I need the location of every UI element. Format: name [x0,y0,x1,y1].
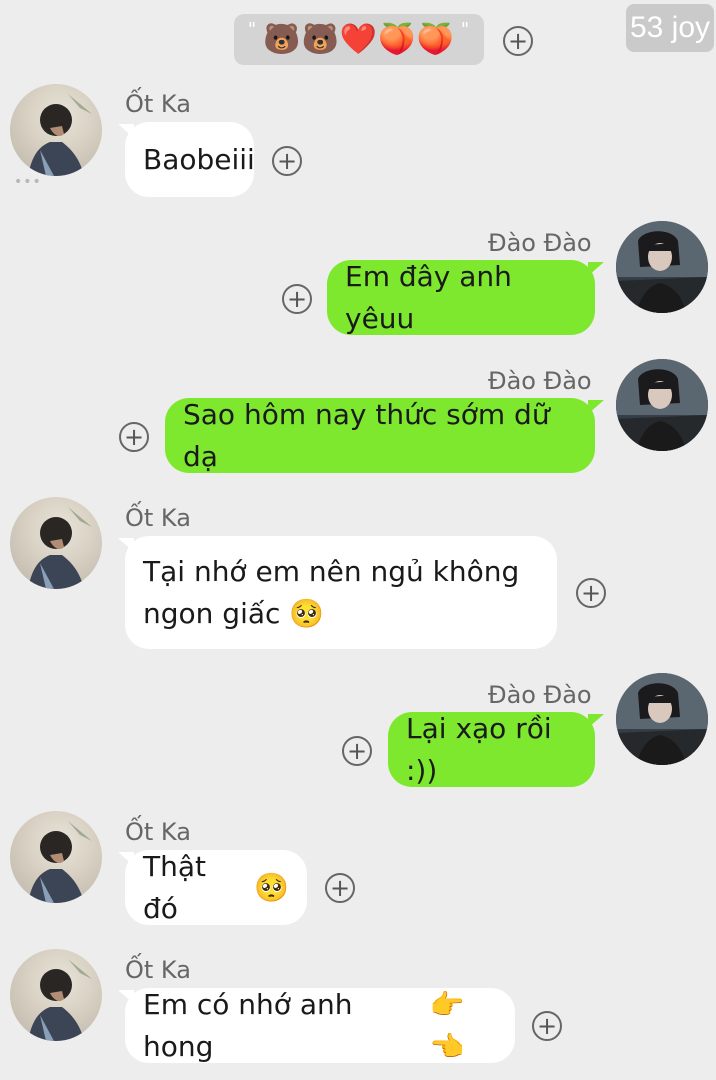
avatar-photo [616,359,708,451]
avatar-ot-ka[interactable] [10,497,102,589]
message-text: Sao hôm nay thức sớm dữ dạ [183,397,550,473]
avatar-ot-ka[interactable] [10,811,102,903]
message-text: Tại nhớ em nên ngủ không [143,554,520,588]
message-bubble-outgoing[interactable]: Sao hôm nay thức sớm dữ dạ [165,398,595,473]
more-dots-icon[interactable]: ••• [14,174,42,190]
add-reaction-button[interactable]: + [532,1011,562,1041]
heart-emoji: ❤️ [339,22,379,57]
quote-close: " [460,19,471,40]
watermark: 53 joy [626,4,714,52]
avatar-photo [28,959,92,1041]
bear-emoji: 🐻 [263,22,302,57]
add-reaction-button[interactable]: + [342,736,372,766]
avatar-photo [616,673,708,765]
add-reaction-button[interactable]: + [503,26,533,56]
bear-emoji: 🐻 [301,22,340,57]
plus-circle-icon: + [123,423,145,451]
avatar-dao-dao[interactable] [616,359,708,451]
message-bubble-incoming[interactable]: Tại nhớ em nên ngủ không ngon giấc 🥺 [125,536,557,649]
pleading-face-emoji: 🥺 [289,596,325,630]
plus-circle-icon: + [536,1012,558,1040]
message-text: Em đây anh yêuu [345,259,512,335]
quote-open: " [247,19,258,40]
sender-name: Ốt Ka [125,818,191,846]
add-reaction-button[interactable]: + [576,578,606,608]
message-bubble-incoming[interactable]: Em có nhớ anh hong 👉👈 [125,988,515,1063]
message-text: Em có nhớ anh hong [143,987,353,1063]
plus-circle-icon: + [580,579,602,607]
avatar-ot-ka[interactable] [10,84,102,176]
avatar-dao-dao[interactable] [616,221,708,313]
message-text: Lại xạo rồi :)) [406,711,552,787]
peach-emoji: 🍑 [416,22,455,57]
pleading-face-emoji: 🥺 [254,870,289,904]
avatar-photo [616,221,708,313]
avatar-ot-ka[interactable] [10,949,102,1041]
sender-name: Ốt Ka [125,504,191,532]
plus-circle-icon: + [286,285,308,313]
plus-circle-icon: + [346,737,368,765]
avatar-dao-dao[interactable] [616,673,708,765]
message-text-line-2: ngon giấc 🥺 [143,596,325,630]
plus-circle-icon: + [276,147,298,175]
sender-name: Ốt Ka [125,90,191,118]
sender-name: Ốt Ka [125,956,191,984]
plus-circle-icon: + [329,874,351,902]
add-reaction-button[interactable]: + [282,284,312,314]
avatar-photo [28,821,92,903]
plus-circle-icon: + [507,27,529,55]
message-bubble-incoming[interactable]: Thật đó 🥺 [125,850,307,925]
sender-name: Đào Đào [488,681,592,709]
sender-name: Đào Đào [488,229,592,257]
add-reaction-button[interactable]: + [119,422,149,452]
add-reaction-button[interactable]: + [325,873,355,903]
add-reaction-button[interactable]: + [272,146,302,176]
sender-name: Đào Đào [488,367,592,395]
message-text: Baobeiii [143,142,255,176]
message-bubble-outgoing[interactable]: Lại xạo rồi :)) [388,712,595,787]
avatar-photo [28,507,92,589]
pointing-fingers-emoji: 👉👈 [429,987,465,1063]
message-bubble-outgoing[interactable]: Em đây anh yêuu [327,260,595,335]
message-text: Thật đó [143,849,206,925]
avatar-photo [28,94,92,176]
message-bubble-incoming[interactable]: Baobeiii [125,122,255,197]
pinned-message-banner[interactable]: " 🐻 🐻 ❤️ 🍑 🍑 " [234,14,484,65]
peach-emoji: 🍑 [378,22,417,57]
